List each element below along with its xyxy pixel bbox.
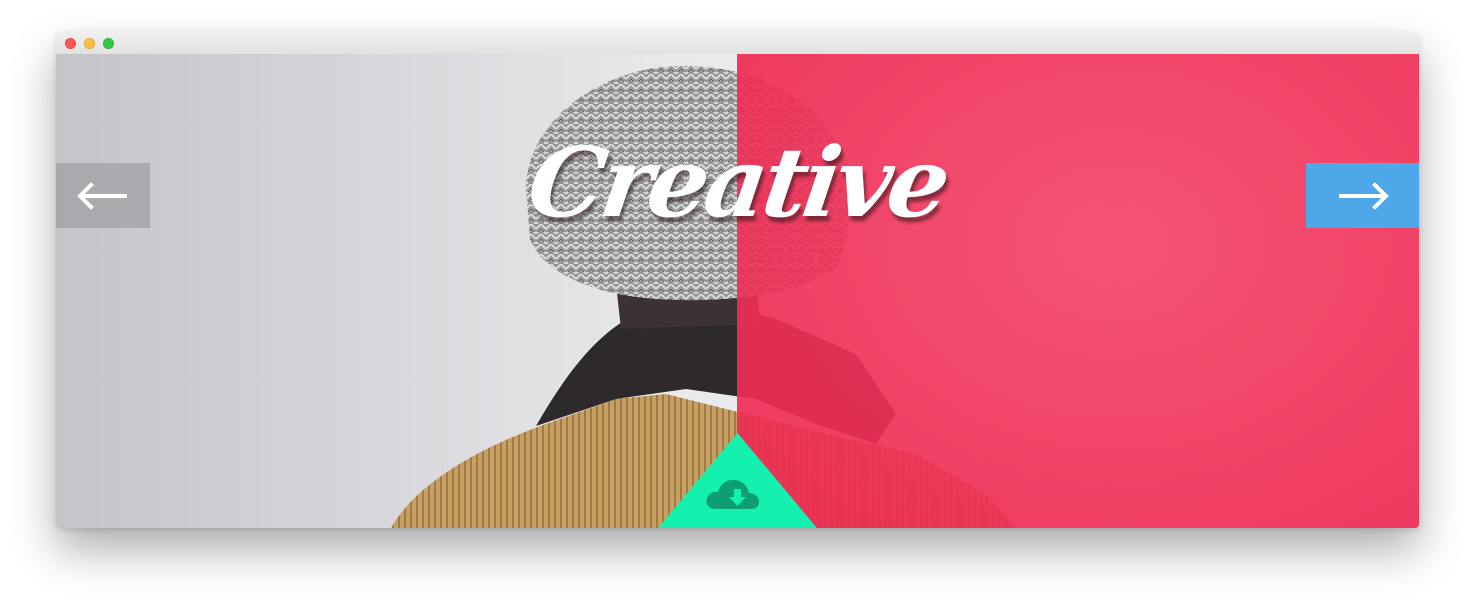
hero-title: Creative — [521, 126, 954, 239]
download-button[interactable] — [658, 433, 817, 528]
arrow-right-icon — [1338, 181, 1389, 210]
download-triangle — [658, 433, 817, 528]
minimize-window-button[interactable] — [84, 38, 95, 49]
previous-slide-button[interactable] — [56, 163, 150, 228]
next-slide-button[interactable] — [1306, 163, 1419, 228]
close-window-button[interactable] — [65, 38, 76, 49]
hero-slider: Creative — [56, 54, 1419, 528]
window-titlebar — [56, 32, 1419, 55]
maximize-window-button[interactable] — [103, 38, 114, 49]
arrow-left-icon — [77, 181, 127, 210]
browser-window: Creative — [56, 32, 1419, 528]
